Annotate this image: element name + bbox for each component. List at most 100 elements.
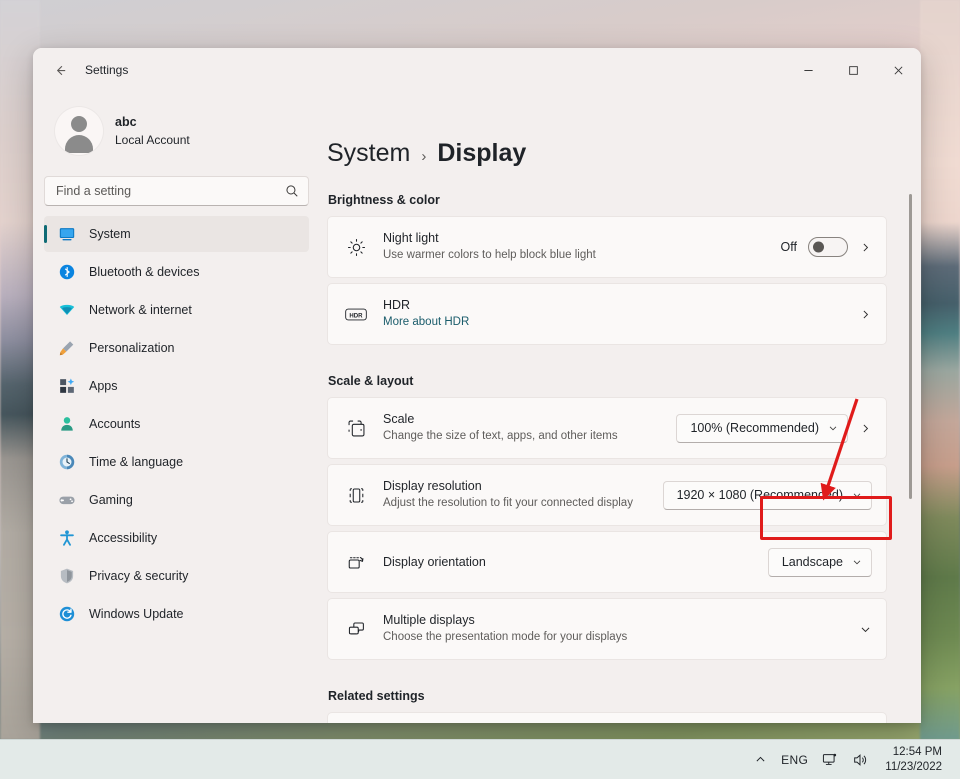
setting-card-advanced-display[interactable]: Advanced displayDisplay information, ref… [327, 712, 887, 723]
volume-speaker-icon[interactable] [845, 744, 875, 776]
clock[interactable]: 12:54 PM 11/23/2022 [875, 745, 948, 774]
card-subtitle: Change the size of text, apps, and other… [383, 428, 664, 445]
section-heading: Related settings [328, 689, 887, 703]
window-body: abc Local Account Find a setting System B… [33, 92, 921, 723]
sidebar-item-label: Bluetooth & devices [89, 265, 200, 279]
card-controls [859, 623, 872, 636]
breadcrumb-parent[interactable]: System [327, 139, 410, 168]
chevron-down-icon [827, 422, 839, 434]
setting-card-display-resolution[interactable]: Display resolutionAdjust the resolution … [327, 464, 887, 526]
sidebar-item-label: System [89, 227, 131, 241]
window-titlebar: Settings [33, 48, 921, 92]
sidebar-item-network-internet[interactable]: Network & internet [44, 292, 309, 328]
update-refresh-icon [58, 605, 76, 623]
scale-dropdown[interactable]: 100% (Recommended) [676, 414, 848, 443]
card-title: Display orientation [383, 553, 756, 571]
content-scroll: System › Display Brightness & colorNight… [320, 92, 921, 723]
sidebar-item-privacy-security[interactable]: Privacy & security [44, 558, 309, 594]
scrollbar[interactable] [909, 194, 912, 723]
setting-card-display-orientation[interactable]: Display orientation Landscape [327, 531, 887, 593]
account-block[interactable]: abc Local Account [44, 92, 309, 164]
maximize-button[interactable] [831, 48, 876, 92]
setting-card-night-light[interactable]: Night lightUse warmer colors to help blo… [327, 216, 887, 278]
dropdown-value: 1920 × 1080 (Recommended) [677, 488, 843, 502]
show-hidden-icons-chevron-up-icon[interactable] [747, 744, 774, 776]
card-text: Multiple displaysChoose the presentation… [383, 611, 847, 646]
sidebar-item-label: Accessibility [89, 531, 157, 545]
shield-icon [58, 567, 76, 585]
paintbrush-icon [58, 339, 76, 357]
minimize-button[interactable] [786, 48, 831, 92]
sidebar-item-accessibility[interactable]: Accessibility [44, 520, 309, 556]
user-avatar-icon [55, 107, 103, 155]
chevron-down-icon [851, 556, 863, 568]
back-button[interactable] [45, 55, 75, 85]
search-icon [285, 184, 299, 198]
display-resolution-icon [343, 482, 369, 508]
section-gap [327, 350, 887, 374]
search-input[interactable]: Find a setting [44, 176, 309, 206]
chevron-right-icon[interactable] [859, 241, 872, 254]
section-gap [327, 665, 887, 689]
clock-date: 11/23/2022 [885, 760, 942, 774]
hdr-badge-icon: HDR [343, 301, 369, 327]
chevron-right-icon[interactable] [859, 308, 872, 321]
card-subtitle: Adjust the resolution to fit your connec… [383, 495, 651, 512]
clock-globe-icon [58, 453, 76, 471]
sidebar-item-apps[interactable]: Apps [44, 368, 309, 404]
dropdown-value: Landscape [782, 555, 843, 569]
scale-resize-icon [343, 415, 369, 441]
sidebar-item-label: Gaming [89, 493, 133, 507]
card-title: Night light [383, 229, 769, 247]
sidebar-item-bluetooth-devices[interactable]: Bluetooth & devices [44, 254, 309, 290]
card-controls [859, 308, 872, 321]
sidebar-item-personalization[interactable]: Personalization [44, 330, 309, 366]
page-title: Display [437, 139, 526, 168]
account-type: Local Account [115, 131, 190, 149]
section-heading: Brightness & color [328, 193, 887, 207]
card-subtitle: Choose the presentation mode for your di… [383, 629, 847, 646]
sidebar-item-label: Accounts [89, 417, 140, 431]
night-light-toggle[interactable] [808, 237, 848, 257]
card-controls: Off [781, 237, 872, 257]
dropdown-value: 100% (Recommended) [690, 421, 819, 435]
card-text: Display orientation [383, 553, 756, 571]
sidebar-item-gaming[interactable]: Gaming [44, 482, 309, 518]
accessibility-icon [58, 529, 76, 547]
card-text: HDRMore about HDR [383, 296, 847, 331]
card-subtitle[interactable]: More about HDR [383, 314, 847, 331]
network-monitor-icon[interactable] [815, 744, 845, 776]
setting-card-hdr[interactable]: HDRHDRMore about HDR [327, 283, 887, 345]
language-indicator[interactable]: ENG [774, 744, 815, 776]
sidebar-item-label: Time & language [89, 455, 183, 469]
taskbar: ENG 12:54 PM 11/23/2022 [0, 739, 960, 779]
display-orientation-icon [343, 549, 369, 575]
chevron-down-icon[interactable] [859, 623, 872, 636]
desktop: Settings abc Loca [0, 0, 960, 779]
toggle-state-label: Off [781, 240, 797, 254]
display-resolution-dropdown[interactable]: 1920 × 1080 (Recommended) [663, 481, 872, 510]
close-button[interactable] [876, 48, 921, 92]
display-orientation-dropdown[interactable]: Landscape [768, 548, 872, 577]
monitor-icon [58, 225, 76, 243]
card-title: Display resolution [383, 477, 651, 495]
sidebar-item-time-language[interactable]: Time & language [44, 444, 309, 480]
sidebar-item-label: Network & internet [89, 303, 192, 317]
chevron-right-icon[interactable] [859, 422, 872, 435]
sidebar-nav: System Bluetooth & devices Network & inter… [44, 216, 309, 632]
sidebar-item-label: Personalization [89, 341, 174, 355]
sidebar-item-windows-update[interactable]: Windows Update [44, 596, 309, 632]
chevron-down-icon [851, 489, 863, 501]
setting-card-scale[interactable]: ScaleChange the size of text, apps, and … [327, 397, 887, 459]
scrollbar-thumb[interactable] [909, 194, 912, 499]
sidebar-item-accounts[interactable]: Accounts [44, 406, 309, 442]
gamepad-icon [58, 491, 76, 509]
setting-card-multiple-displays[interactable]: Multiple displaysChoose the presentation… [327, 598, 887, 660]
card-title: HDR [383, 296, 847, 314]
card-subtitle: Use warmer colors to help block blue lig… [383, 247, 769, 264]
settings-window: Settings abc Loca [33, 48, 921, 723]
sidebar-item-system[interactable]: System [44, 216, 309, 252]
card-title: Multiple displays [383, 611, 847, 629]
sidebar-item-label: Privacy & security [89, 569, 188, 583]
card-controls: 1920 × 1080 (Recommended) [663, 481, 872, 510]
